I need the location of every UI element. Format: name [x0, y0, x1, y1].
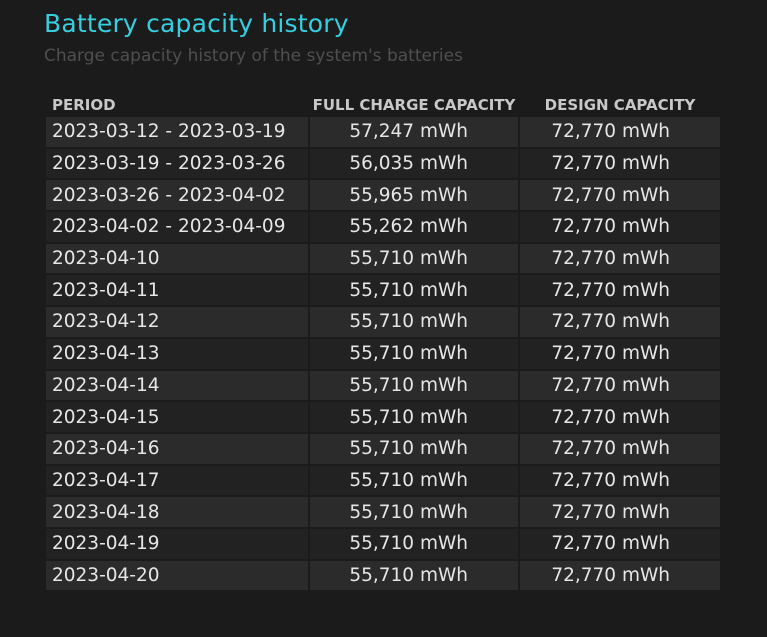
- period-cell: 2023-04-20: [46, 560, 308, 591]
- period-cell: 2023-03-12 - 2023-03-19: [46, 117, 308, 147]
- table-row: 2023-04-02 - 2023-04-09 55,262 mWh 72,770 …: [46, 212, 720, 242]
- period-cell: 2023-04-10: [46, 243, 308, 274]
- period-cell: 2023-04-02 - 2023-04-09: [46, 212, 308, 242]
- design-capacity-cell: 72,770 mWh: [520, 148, 720, 179]
- period-cell: 2023-03-26 - 2023-04-02: [46, 180, 308, 211]
- table-row: 2023-04-12 55,710 mWh 72,770 mWh: [46, 307, 720, 337]
- design-capacity-cell: 72,770 mWh: [520, 370, 720, 401]
- design-capacity-cell: 72,770 mWh: [520, 180, 720, 211]
- full-charge-capacity-cell: 56,035 mWh: [310, 148, 518, 179]
- table-row: 2023-04-17 55,710 mWh 72,770 mWh: [46, 465, 720, 496]
- design-capacity-cell: 72,770 mWh: [520, 212, 720, 242]
- design-capacity-cell: 72,770 mWh: [520, 528, 720, 559]
- table-row: 2023-04-14 55,710 mWh 72,770 mWh: [46, 370, 720, 401]
- table-row: 2023-03-19 - 2023-03-26 56,035 mWh 72,770 …: [46, 148, 720, 179]
- full-charge-capacity-cell: 55,710 mWh: [310, 465, 518, 496]
- design-capacity-cell: 72,770 mWh: [520, 275, 720, 306]
- full-charge-capacity-cell: 55,710 mWh: [310, 307, 518, 337]
- design-capacity-cell: 72,770 mWh: [520, 243, 720, 274]
- design-capacity-cell: 72,770 mWh: [520, 497, 720, 527]
- period-cell: 2023-04-11: [46, 275, 308, 306]
- table-header: PERIOD FULL CHARGE CAPACITY DESIGN CAPAC…: [46, 92, 720, 115]
- page-subtitle: Charge capacity history of the system's …: [44, 46, 463, 66]
- table-row: 2023-04-10 55,710 mWh 72,770 mWh: [46, 243, 720, 274]
- period-cell: 2023-04-13: [46, 338, 308, 369]
- full-charge-capacity-cell: 55,710 mWh: [310, 497, 518, 527]
- full-charge-capacity-cell: 55,710 mWh: [310, 243, 518, 274]
- table-row: 2023-04-15 55,710 mWh 72,770 mWh: [46, 402, 720, 432]
- table-row: 2023-04-16 55,710 mWh 72,770 mWh: [46, 433, 720, 464]
- full-charge-capacity-cell: 55,710 mWh: [310, 370, 518, 401]
- design-capacity-cell: 72,770 mWh: [520, 433, 720, 464]
- column-header-period: PERIOD: [52, 95, 116, 114]
- design-capacity-cell: 72,770 mWh: [520, 560, 720, 591]
- period-cell: 2023-04-18: [46, 497, 308, 527]
- design-capacity-cell: 72,770 mWh: [520, 338, 720, 369]
- design-capacity-cell: 72,770 mWh: [520, 465, 720, 496]
- full-charge-capacity-cell: 55,710 mWh: [310, 433, 518, 464]
- full-charge-capacity-cell: 55,710 mWh: [310, 338, 518, 369]
- table-row: 2023-04-11 55,710 mWh 72,770 mWh: [46, 275, 720, 306]
- period-cell: 2023-04-15: [46, 402, 308, 432]
- table-row: 2023-04-19 55,710 mWh 72,770 mWh: [46, 528, 720, 559]
- table-row: 2023-04-13 55,710 mWh 72,770 mWh: [46, 338, 720, 369]
- design-capacity-cell: 72,770 mWh: [520, 402, 720, 432]
- page-title: Battery capacity history: [44, 9, 349, 38]
- table-row: 2023-03-12 - 2023-03-19 57,247 mWh 72,770 …: [46, 117, 720, 147]
- table-row: 2023-04-20 55,710 mWh 72,770 mWh: [46, 560, 720, 591]
- period-cell: 2023-04-14: [46, 370, 308, 401]
- full-charge-capacity-cell: 55,710 mWh: [310, 560, 518, 591]
- design-capacity-cell: 72,770 mWh: [520, 307, 720, 337]
- battery-capacity-history-table: PERIOD FULL CHARGE CAPACITY DESIGN CAPAC…: [44, 90, 722, 592]
- full-charge-capacity-cell: 55,965 mWh: [310, 180, 518, 211]
- period-cell: 2023-04-19: [46, 528, 308, 559]
- design-capacity-cell: 72,770 mWh: [520, 117, 720, 147]
- full-charge-capacity-cell: 55,710 mWh: [310, 528, 518, 559]
- table-row: 2023-04-18 55,710 mWh 72,770 mWh: [46, 497, 720, 527]
- full-charge-capacity-cell: 55,710 mWh: [310, 275, 518, 306]
- full-charge-capacity-cell: 57,247 mWh: [310, 117, 518, 147]
- period-cell: 2023-04-16: [46, 433, 308, 464]
- column-header-design-capacity: DESIGN CAPACITY: [544, 95, 696, 114]
- period-cell: 2023-03-19 - 2023-03-26: [46, 148, 308, 179]
- period-cell: 2023-04-12: [46, 307, 308, 337]
- full-charge-capacity-cell: 55,262 mWh: [310, 212, 518, 242]
- table-header-row: PERIOD FULL CHARGE CAPACITY DESIGN CAPAC…: [46, 92, 720, 115]
- table-body: 2023-03-12 - 2023-03-19 57,247 mWh 72,770 …: [46, 117, 720, 591]
- period-cell: 2023-04-17: [46, 465, 308, 496]
- column-header-full-charge-capacity: FULL CHARGE CAPACITY: [312, 95, 516, 114]
- table-row: 2023-03-26 - 2023-04-02 55,965 mWh 72,770 …: [46, 180, 720, 211]
- full-charge-capacity-cell: 55,710 mWh: [310, 402, 518, 432]
